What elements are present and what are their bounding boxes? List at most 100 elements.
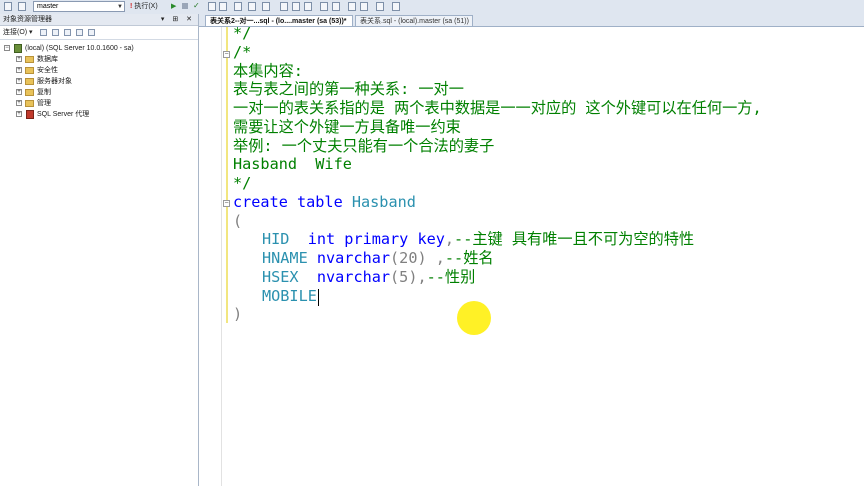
expand-icon[interactable]: +	[16, 89, 22, 95]
toolbar-options-icon[interactable]	[392, 2, 400, 11]
tree-node-label: 管理	[37, 100, 51, 107]
agent-icon	[26, 110, 34, 119]
results-grid-icon[interactable]	[292, 2, 300, 11]
expand-icon[interactable]: +	[16, 78, 22, 84]
tree-node-label: 数据库	[37, 56, 58, 63]
filter-icon[interactable]	[76, 29, 83, 36]
folder-icon	[25, 78, 34, 85]
main-toolbar: master ▼ ! 执行(X) ▶ ✓	[0, 0, 864, 15]
comment-icon[interactable]	[320, 2, 328, 11]
code-line: HID int primary key,--主键 具有唯一且不可为空的特性	[262, 230, 694, 249]
change-tracking-bar	[226, 27, 228, 323]
sql-comment: --性别	[426, 268, 476, 286]
specify-values-icon[interactable]	[376, 2, 384, 11]
object-explorer-panel: 对象资源管理器 ▾ ⊞ ✕ 连接(O) ▾ − (local) (SQL Ser…	[0, 14, 199, 486]
document-tab-bar: 表关系2--对一...sql - (lo....master (sa (53))…	[199, 14, 864, 27]
code-line: 表与表之间的第一种关系: 一对一	[233, 80, 464, 98]
results-file-icon[interactable]	[304, 2, 312, 11]
tree-node-label: SQL Server 代理	[37, 111, 90, 118]
tree-node[interactable]: + 复制	[0, 87, 198, 98]
sql-type: nvarchar	[316, 249, 391, 267]
query-designer-icon[interactable]	[219, 2, 227, 11]
client-stats-icon[interactable]	[262, 2, 270, 11]
mouse-pointer-highlight	[457, 301, 491, 335]
column-name: HNAME	[262, 249, 308, 267]
sql-comment: --主键 具有唯一且不可为空的特性	[454, 230, 695, 248]
sql-keyword: create table	[233, 193, 343, 211]
solution-icon[interactable]	[4, 2, 12, 11]
code-line: 本集内容:	[233, 62, 303, 80]
tab-label: 表关系2--对一...sql - (lo....master (sa (53))…	[210, 18, 347, 25]
tree-node[interactable]: + 数据库	[0, 54, 198, 65]
panel-controls[interactable]: ▾ ⊞ ✕	[161, 14, 195, 25]
object-explorer-title-bar: 对象资源管理器 ▾ ⊞ ✕	[0, 14, 198, 26]
expand-icon[interactable]: +	[16, 67, 22, 73]
collapse-icon[interactable]: −	[223, 200, 230, 207]
database-select[interactable]: master ▼	[33, 1, 125, 12]
database-select-value: master	[37, 3, 59, 10]
folder-icon	[25, 67, 34, 74]
table-name: Hasband	[342, 193, 416, 211]
code-line: Hasband Wife	[233, 155, 352, 173]
column-name: MOBILE	[262, 287, 317, 305]
decrease-indent-icon[interactable]	[348, 2, 356, 11]
collapse-icon[interactable]: −	[223, 51, 230, 58]
tree-node-label: (local) (SQL Server 10.0.1600 - sa)	[25, 45, 134, 52]
display-plan-icon[interactable]	[208, 2, 216, 11]
code-line: MOBILE	[262, 287, 317, 306]
sql-keyword: int primary key	[307, 230, 445, 248]
stop-icon[interactable]	[182, 3, 188, 9]
code-line: (	[233, 212, 243, 230]
parse-icon[interactable]: ✓	[193, 1, 200, 10]
tree-node[interactable]: + 管理	[0, 98, 198, 109]
folder-icon	[25, 100, 34, 107]
tree-node[interactable]: + 安全性	[0, 65, 198, 76]
object-tree: − (local) (SQL Server 10.0.1600 - sa) + …	[0, 40, 198, 120]
sql-editor[interactable]: − − */ /* 本集内容: 表与表之间的第一种关系: 一对一 一对一的表关系…	[199, 24, 864, 486]
tree-node[interactable]: + 服务器对象	[0, 76, 198, 87]
uncomment-icon[interactable]	[332, 2, 340, 11]
chevron-down-icon: ▼	[117, 4, 123, 10]
increase-indent-icon[interactable]	[360, 2, 368, 11]
results-text-icon[interactable]	[280, 2, 288, 11]
expand-icon[interactable]: +	[16, 56, 22, 62]
object-explorer-toolbar: 连接(O) ▾	[0, 26, 198, 40]
tree-node-label: 服务器对象	[37, 78, 72, 85]
tab-query-1[interactable]: 表关系2--对一...sql - (lo....master (sa (53))…	[205, 15, 353, 26]
code-line: */	[233, 174, 252, 192]
collapse-icon[interactable]: −	[4, 45, 10, 51]
code-line: )	[233, 305, 243, 323]
column-name: HID	[262, 230, 290, 248]
expand-icon[interactable]: +	[16, 111, 22, 117]
connect-icon[interactable]	[40, 29, 47, 36]
server-icon	[14, 44, 22, 53]
text-cursor	[318, 289, 319, 306]
code-line: */	[233, 24, 252, 42]
code-line: /*	[233, 43, 252, 61]
folder-icon	[25, 56, 34, 63]
options-icon[interactable]	[234, 2, 242, 11]
punctuation: (20) ,	[390, 249, 445, 267]
code-line: 举例: 一个丈夫只能有一个合法的妻子	[233, 137, 495, 155]
folder-icon	[25, 89, 34, 96]
refresh-icon[interactable]	[88, 29, 95, 36]
expand-icon[interactable]: +	[16, 100, 22, 106]
sql-comment: --姓名	[444, 249, 494, 267]
connect-button[interactable]: 连接(O) ▾	[3, 29, 33, 36]
column-name: HSEX	[262, 268, 299, 286]
punctuation: (5),	[390, 268, 427, 286]
disconnect-icon[interactable]	[52, 29, 59, 36]
debug-icon[interactable]: ▶	[171, 2, 176, 10]
code-line: HNAME nvarchar(20) ,--姓名	[262, 249, 494, 268]
properties-icon[interactable]	[18, 2, 26, 11]
execute-icon: !	[130, 3, 133, 10]
tree-node[interactable]: + SQL Server 代理	[0, 109, 198, 120]
include-plan-icon[interactable]	[248, 2, 256, 11]
execute-button[interactable]: ! 执行(X)	[130, 1, 158, 12]
object-explorer-title: 对象资源管理器	[3, 16, 52, 23]
code-line: 需要让这个外键一方具备唯一约束	[233, 118, 461, 136]
stop-icon[interactable]	[64, 29, 71, 36]
code-line: create table Hasband	[233, 193, 416, 212]
tab-query-2[interactable]: 表关系.sql - (local).master (sa (51))	[355, 15, 473, 26]
tree-node-server[interactable]: − (local) (SQL Server 10.0.1600 - sa)	[0, 43, 198, 54]
